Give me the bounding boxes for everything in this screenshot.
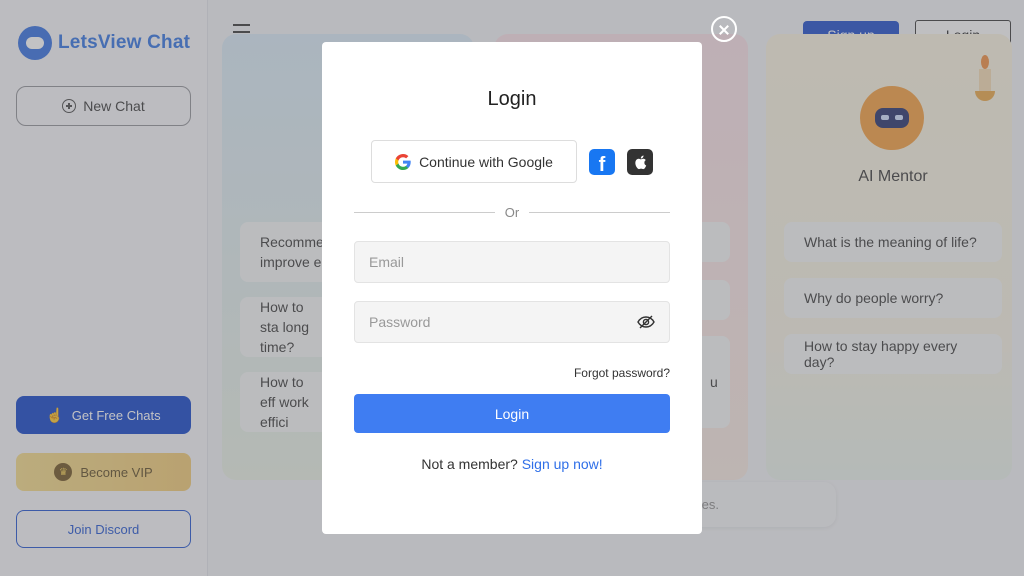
email-field[interactable] <box>354 241 670 283</box>
login-submit-button[interactable]: Login <box>354 394 670 433</box>
login-modal: Login Continue with Google f Or Forgot p… <box>322 42 702 534</box>
signup-prompt: Not a member? Sign up now! <box>322 456 702 472</box>
not-member-text: Not a member? <box>421 456 518 472</box>
google-label: Continue with Google <box>419 153 553 170</box>
close-icon[interactable] <box>711 16 737 42</box>
apple-icon[interactable] <box>627 149 653 175</box>
password-field[interactable] <box>354 301 670 343</box>
or-divider: Or <box>354 202 671 222</box>
facebook-icon[interactable]: f <box>589 149 615 175</box>
continue-with-google-button[interactable]: Continue with Google <box>371 140 577 183</box>
forgot-password-link[interactable]: Forgot password? <box>574 366 670 380</box>
signup-now-link[interactable]: Sign up now! <box>522 456 603 472</box>
or-label: Or <box>504 204 520 220</box>
modal-title: Login <box>487 88 537 110</box>
google-icon <box>395 153 411 170</box>
eye-slash-icon[interactable] <box>637 315 655 329</box>
